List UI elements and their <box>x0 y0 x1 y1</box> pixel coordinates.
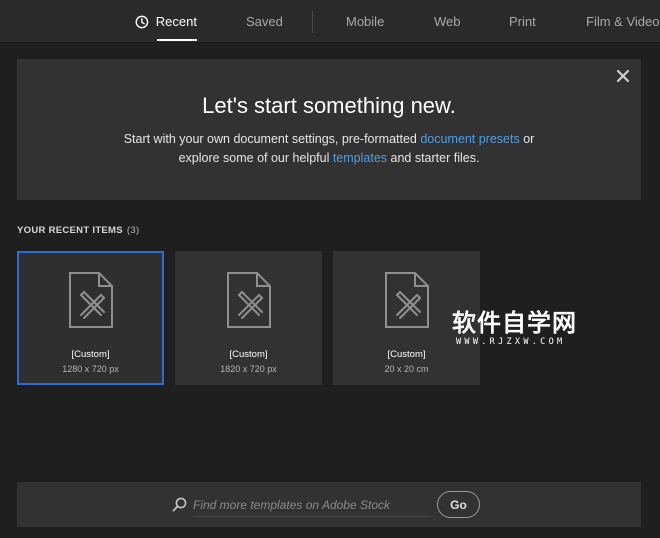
tab-web[interactable]: Web <box>434 0 461 43</box>
tab-film-video[interactable]: Film & Video <box>586 0 659 43</box>
tab-saved[interactable]: Saved <box>246 0 283 43</box>
top-tab-bar: Recent Saved Mobile Web Print Film & Vid… <box>0 0 660 43</box>
close-icon[interactable] <box>615 68 631 84</box>
desc-line1-prefix: Start with your own document settings, p… <box>123 132 421 146</box>
welcome-description: Start with your own document settings, p… <box>17 130 641 168</box>
recent-item-size: 1820 x 720 px <box>220 364 277 374</box>
desc-line2-prefix: explore some of our helpful <box>178 151 333 165</box>
search-icon <box>172 497 187 512</box>
tab-saved-label: Saved <box>246 14 283 29</box>
document-presets-link[interactable]: document presets <box>420 132 519 146</box>
tab-web-label: Web <box>434 14 461 29</box>
desc-line1-suffix: or <box>519 132 535 146</box>
recent-item-name: [Custom] <box>387 349 426 360</box>
recent-item-size: 1280 x 720 px <box>62 364 119 374</box>
tab-print-label: Print <box>509 14 536 29</box>
tab-mobile[interactable]: Mobile <box>346 0 384 43</box>
welcome-panel: Let's start something new. Start with yo… <box>17 59 641 200</box>
tab-mobile-label: Mobile <box>346 14 385 29</box>
recent-item-name: [Custom] <box>71 349 110 360</box>
clock-icon <box>135 15 149 28</box>
recent-items-title: YOUR RECENT ITEMS <box>17 225 123 236</box>
desc-line2-suffix: and starter files. <box>387 151 480 165</box>
recent-items-count: (3) <box>126 225 140 236</box>
welcome-title: Let's start something new. <box>202 93 456 118</box>
site-watermark: 软件自学网 WWW.RJZXW.COM <box>452 303 602 347</box>
document-pencil-icon <box>384 272 429 328</box>
tab-print[interactable]: Print <box>509 0 536 43</box>
tab-film-video-label: Film & Video <box>586 14 660 29</box>
stock-search-bar: Go <box>17 482 641 527</box>
stock-search-input[interactable] <box>193 493 431 517</box>
templates-link[interactable]: templates <box>333 151 387 165</box>
watermark-url: WWW.RJZXW.COM <box>456 337 566 347</box>
tab-recent[interactable]: Recent <box>135 0 197 43</box>
recent-item-card[interactable]: [Custom] 1280 x 720 px <box>17 251 164 385</box>
document-pencil-icon <box>226 272 271 328</box>
recent-items-header: YOUR RECENT ITEMS (3) <box>17 225 139 236</box>
tab-recent-label: Recent <box>155 14 197 29</box>
watermark-text: 软件自学网 <box>452 309 577 337</box>
go-button[interactable]: Go <box>437 491 480 518</box>
recent-item-name: [Custom] <box>229 349 268 360</box>
document-pencil-icon <box>68 272 113 328</box>
active-tab-indicator <box>157 39 197 41</box>
recent-item-card[interactable]: [Custom] 1820 x 720 px <box>175 251 322 385</box>
recent-item-size: 20 x 20 cm <box>384 364 429 374</box>
tab-divider <box>312 11 313 33</box>
